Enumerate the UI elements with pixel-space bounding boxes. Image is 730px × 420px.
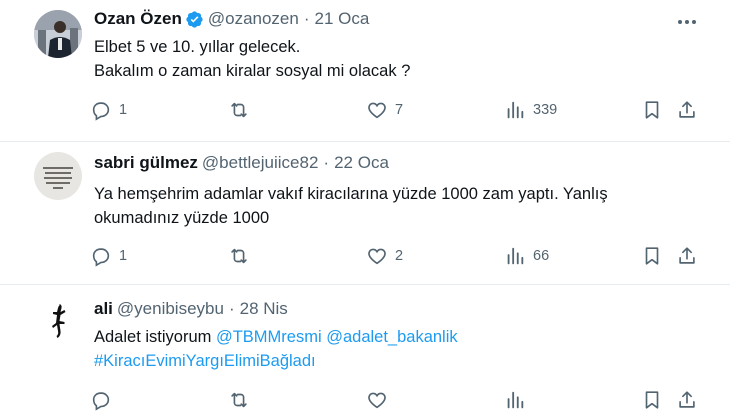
share-button[interactable] [676,389,698,411]
reply-icon [92,248,110,267]
avatar[interactable] [34,10,82,58]
reply-icon [92,102,110,121]
share-icon [679,101,695,118]
separator-dot: · [303,9,310,28]
tweet-text-plain: Adalet istiyorum [94,328,216,346]
avatar-text-image-icon [34,152,82,200]
bookmark-icon [645,101,659,119]
heart-icon [368,392,386,409]
view-count: 339 [533,102,558,118]
retweet-icon [231,248,247,264]
tweet-text-line: Elbet 5 ve 10. yıllar gelecek. [94,38,301,56]
avatar[interactable] [34,152,82,200]
author-name[interactable]: ali [94,299,113,319]
author-name[interactable]: sabri gülmez [94,153,198,173]
reply-count: 1 [119,248,128,264]
tweet-header: Ozan Özen @ozanozen · 21 Oca [94,9,369,29]
tweet-1[interactable]: Ozan Özen @ozanozen · 21 Oca Elbet 5 ve … [0,0,730,141]
tweet-header: sabri gülmez @bettlejuiice82 · 22 Oca [94,153,389,173]
separator-dot: · [323,153,330,172]
more-options-button[interactable] [672,12,702,32]
bookmark-button[interactable] [641,389,663,411]
retweet-icon [231,102,247,118]
retweet-icon [231,392,247,408]
avatar[interactable] [34,298,82,346]
reply-button[interactable] [90,389,112,411]
retweet-button[interactable] [228,389,250,411]
analytics-icon [507,101,524,119]
views-button[interactable]: 339 [504,99,557,121]
analytics-icon [507,247,524,265]
retweet-button[interactable] [228,99,257,121]
reply-icon [92,392,110,411]
more-icon [678,20,696,24]
like-count: 2 [395,248,404,264]
bookmark-button[interactable] [641,245,663,267]
tweet-3[interactable]: ali @yenibiseybu · 28 Nis Adalet istiyor… [0,285,730,420]
share-button[interactable] [676,245,698,267]
mention-link[interactable]: @TBMMresmi [216,328,322,346]
share-button[interactable] [676,99,698,121]
tweet-text-line: Bakalım o zaman kiralar sosyal mi olacak… [94,62,411,80]
tweet-2[interactable]: sabri gülmez @bettlejuiice82 · 22 Oca Ya… [0,142,730,284]
bookmark-icon [645,247,659,265]
heart-icon [368,102,386,119]
tweet-actions [0,389,730,413]
tweet-text-line: #KiracıEvimiYargıElimiBağladı [94,349,458,373]
reply-button[interactable]: 1 [90,99,127,121]
author-handle[interactable]: @bettlejuiice82 [202,153,319,173]
like-button[interactable] [366,389,388,411]
author-handle[interactable]: @yenibiseybu [117,299,224,319]
retweet-button[interactable] [228,245,257,267]
tweet-date[interactable]: 21 Oca [315,9,370,29]
bookmark-button[interactable] [641,99,663,121]
verified-badge-icon [186,10,203,28]
tweet-actions: 1 7 339 [0,99,730,123]
analytics-icon [507,391,524,409]
avatar-lizard-icon [34,298,82,346]
tweet-text-line: Adalet istiyorum @TBMMresmi @adalet_baka… [94,325,458,349]
author-handle[interactable]: @ozanozen [208,9,299,29]
tweet-actions: 1 2 66 [0,245,730,269]
like-button[interactable]: 2 [366,245,403,267]
tweet-date[interactable]: 28 Nis [240,299,288,319]
like-button[interactable]: 7 [366,99,403,121]
author-name[interactable]: Ozan Özen [94,9,182,29]
reply-count: 1 [119,102,128,118]
views-button[interactable] [504,389,526,411]
bookmark-icon [645,391,659,409]
tweet-header: ali @yenibiseybu · 28 Nis [94,299,288,319]
mention-link[interactable]: @adalet_bakanlik [326,328,457,346]
share-icon [679,247,695,264]
tweet-text-line: Ya hemşehrim adamlar vakıf kiracılarına … [94,185,608,203]
view-count: 66 [533,248,550,264]
tweet-date[interactable]: 22 Oca [334,153,389,173]
tweet-text-line: okumadınız yüzde 1000 [94,209,270,227]
separator-dot: · [228,299,235,318]
like-count: 7 [395,102,404,118]
share-icon [679,391,695,408]
reply-button[interactable]: 1 [90,245,127,267]
tweet-text: Adalet istiyorum @TBMMresmi @adalet_baka… [94,325,458,373]
views-button[interactable]: 66 [504,245,549,267]
heart-icon [368,248,386,265]
avatar-photo-icon [34,10,82,58]
tweet-text: Ya hemşehrim adamlar vakıf kiracılarına … [94,182,608,230]
tweet-text: Elbet 5 ve 10. yıllar gelecek. Bakalım o… [94,35,410,83]
hashtag-link[interactable]: #KiracıEvimiYargıElimiBağladı [94,352,316,370]
